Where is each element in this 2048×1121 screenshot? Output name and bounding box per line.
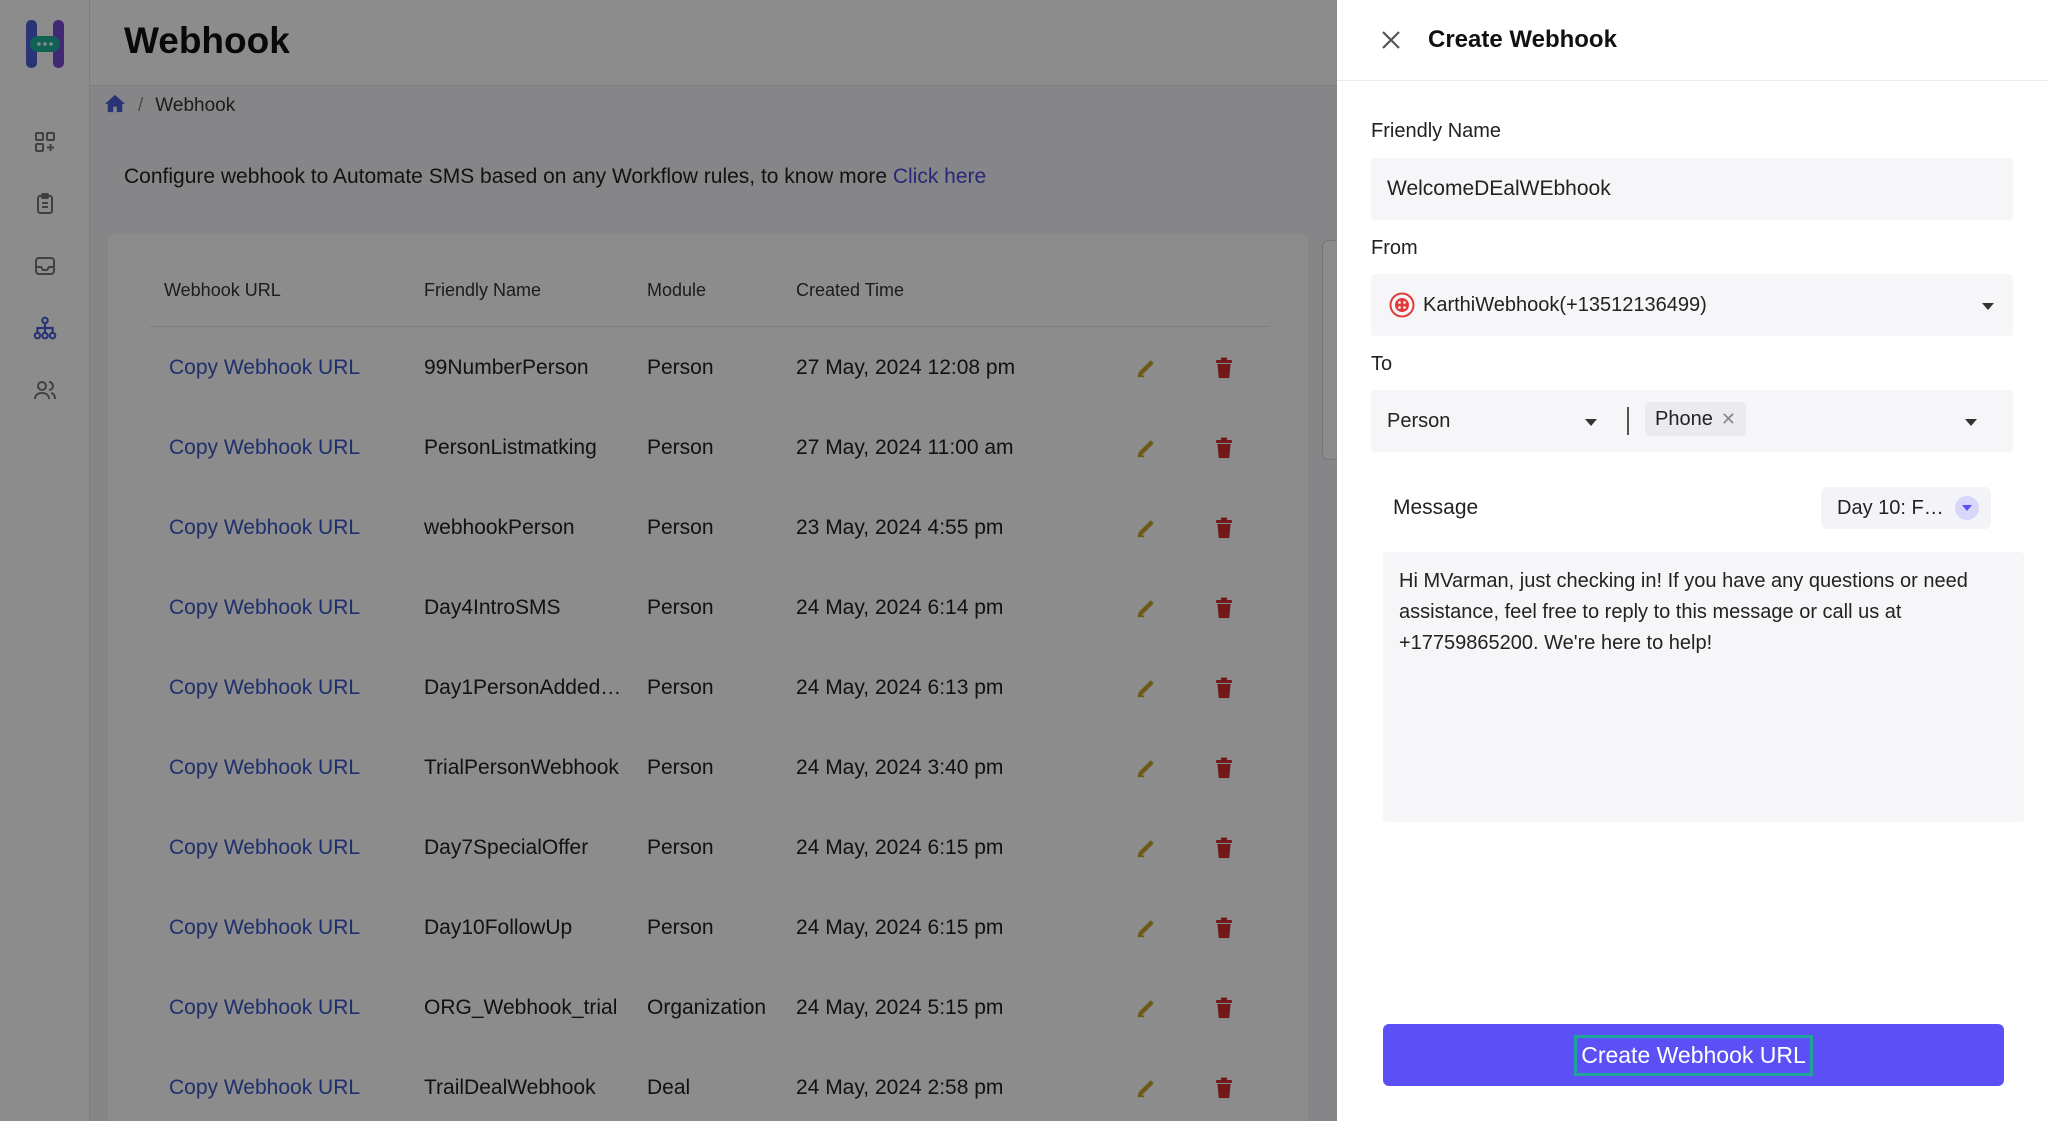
chevron-down-icon[interactable]	[1982, 303, 1994, 310]
template-chevron-down-icon[interactable]	[1955, 496, 1979, 520]
to-field: Person Phone ✕	[1371, 390, 2013, 452]
message-textarea[interactable]: Hi MVarman, just checking in! If you hav…	[1383, 552, 2024, 822]
to-divider	[1627, 407, 1629, 435]
module-chevron-down-icon[interactable]	[1585, 419, 1597, 426]
close-icon[interactable]	[1377, 26, 1405, 54]
to-label: To	[1371, 353, 1393, 375]
phone-chip-label: Phone	[1655, 407, 1713, 430]
phone-number-icon	[1389, 292, 1415, 323]
remove-chip-icon[interactable]: ✕	[1721, 409, 1736, 430]
friendly-name-input[interactable]	[1371, 158, 2013, 220]
drawer-header: Create Webhook	[1337, 0, 2048, 81]
friendly-name-label: Friendly Name	[1371, 120, 1502, 142]
drawer-title: Create Webhook	[1428, 26, 1617, 53]
to-module-select[interactable]: Person	[1387, 390, 1450, 452]
template-select[interactable]: Day 10: F…	[1821, 487, 1991, 529]
create-webhook-url-label: Create Webhook URL	[1574, 1034, 1813, 1076]
friendly-name-field[interactable]	[1371, 158, 2013, 220]
phone-chip: Phone ✕	[1645, 402, 1746, 436]
from-select[interactable]: KarthiWebhook(+13512136499)	[1371, 274, 2013, 336]
create-webhook-drawer: Create Webhook Friendly Name From Karthi…	[1337, 0, 2048, 1121]
from-label: From	[1371, 237, 1418, 259]
from-value: KarthiWebhook(+13512136499)	[1423, 293, 1707, 316]
field-chevron-down-icon[interactable]	[1965, 419, 1977, 426]
create-webhook-url-button[interactable]: Create Webhook URL	[1383, 1024, 2004, 1086]
message-label: Message	[1393, 496, 1479, 519]
template-value: Day 10: F…	[1837, 496, 1944, 519]
